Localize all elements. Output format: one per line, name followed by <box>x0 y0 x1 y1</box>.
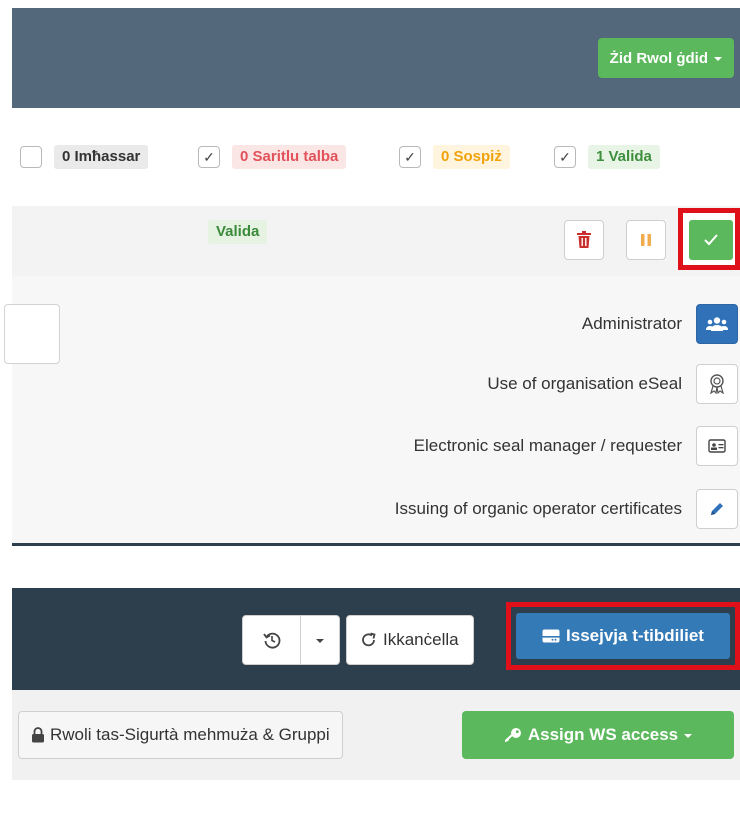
approve-button[interactable] <box>689 220 733 260</box>
delete-button[interactable] <box>564 220 604 260</box>
filter-valid-label: 1 Valida <box>588 145 660 169</box>
history-icon <box>262 631 281 649</box>
filter-requested[interactable]: ✓ 0 Saritlu talba <box>198 145 347 169</box>
role-label: Administrator <box>581 314 682 333</box>
checkbox-suspended[interactable]: ✓ <box>399 146 421 168</box>
role-toggle-eseal[interactable] <box>696 364 738 404</box>
role-toggle-administrator[interactable] <box>696 304 738 344</box>
status-filter-row: 0 Imħassar ✓ 0 Saritlu talba ✓ 0 Sospiż … <box>12 108 740 206</box>
add-new-role-button[interactable]: Żid Rwol ġdid <box>597 38 734 78</box>
lock-icon <box>31 727 45 743</box>
role-toggle-organic-certificates[interactable] <box>696 489 738 529</box>
users-icon <box>706 316 728 332</box>
caret-down-icon <box>316 639 324 643</box>
role-label: Issuing of organic operator certificates <box>394 499 682 518</box>
role-row-organic-certificates: Issuing of organic operator certificates <box>395 489 740 529</box>
pause-icon <box>640 233 652 247</box>
role-row-administrator: Administrator <box>582 304 740 344</box>
role-entry: Valida Administrator Use of organisation… <box>4 206 740 546</box>
filter-deleted[interactable]: 0 Imħassar <box>20 145 149 169</box>
checkbox-valid[interactable]: ✓ <box>554 146 576 168</box>
role-row-eseal: Use of organisation eSeal <box>487 364 740 404</box>
save-changes-button[interactable]: Issejvja t-tibdiliet <box>516 613 730 659</box>
checkbox-deleted[interactable] <box>20 146 42 168</box>
edit-toolbar: Ikkanċella Issejvja t-tibdiliet <box>12 588 740 690</box>
approve-highlight <box>678 208 740 270</box>
security-roles-label: Rwoli tas-Sigurtà mehmuża & Gruppi <box>50 725 330 744</box>
status-badge: Valida <box>208 220 268 244</box>
history-button-group <box>242 615 340 665</box>
role-label: Electronic seal manager / requester <box>413 436 682 455</box>
cancel-label: Ikkanċella <box>383 630 459 649</box>
save-label: Issejvja t-tibdiliet <box>566 626 704 645</box>
history-dropdown-toggle[interactable] <box>301 616 339 664</box>
trash-icon <box>576 231 592 249</box>
filter-requested-label: 0 Saritlu talba <box>232 145 347 169</box>
id-card-icon <box>708 439 726 453</box>
filter-deleted-label: 0 Imħassar <box>54 145 149 169</box>
filter-suspended[interactable]: ✓ 0 Sospiż <box>399 145 510 169</box>
award-icon <box>709 374 725 394</box>
security-roles-groups-button[interactable]: Rwoli tas-Sigurtà mehmuża & Gruppi <box>18 711 343 759</box>
caret-down-icon <box>714 57 722 61</box>
cancel-button[interactable]: Ikkanċella <box>346 615 474 665</box>
access-bar: Rwoli tas-Sigurtà mehmuża & Gruppi Assig… <box>12 690 740 780</box>
pencil-icon <box>709 501 725 517</box>
roles-panel-header: Żid Rwol ġdid <box>12 8 740 108</box>
role-label: Use of organisation eSeal <box>487 374 682 393</box>
assign-ws-label: Assign WS access <box>527 725 679 744</box>
filter-valid[interactable]: ✓ 1 Valida <box>554 145 660 169</box>
history-button[interactable] <box>243 616 301 664</box>
role-toggle-seal-manager[interactable] <box>696 426 738 466</box>
add-new-role-label: Żid Rwol ġdid <box>609 49 708 67</box>
save-highlight: Issejvja t-tibdiliet <box>506 602 740 670</box>
caret-down-icon <box>684 734 693 738</box>
role-entry-header: Valida <box>12 206 740 276</box>
redo-icon <box>361 632 377 648</box>
assign-ws-access-button[interactable]: Assign WS access <box>462 711 734 759</box>
text-input[interactable] <box>4 304 60 364</box>
suspend-button[interactable] <box>626 220 666 260</box>
checkbox-requested[interactable]: ✓ <box>198 146 220 168</box>
key-icon <box>504 727 522 743</box>
filter-suspended-label: 0 Sospiż <box>433 145 510 169</box>
save-icon <box>542 629 560 643</box>
role-row-seal-manager: Electronic seal manager / requester <box>414 426 740 466</box>
check-icon <box>704 234 718 246</box>
